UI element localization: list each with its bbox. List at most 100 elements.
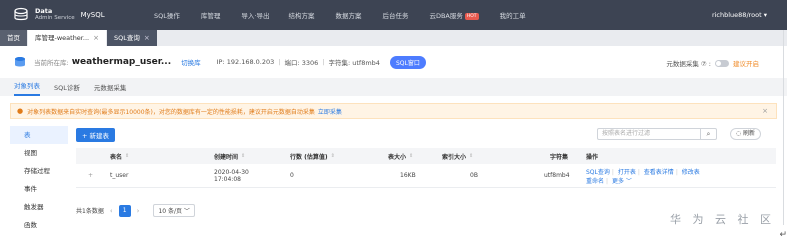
divider: |	[322, 58, 325, 66]
expand-icon[interactable]: +	[88, 164, 93, 187]
modify-table-link[interactable]: 修改表	[682, 169, 700, 176]
cell-actions: SQL查询 | 打开表 | 查看表详情 | 修改表 重命名 | 更多 ﹀	[586, 164, 700, 187]
object-type-sidebar: 表 视图 存储过程 事件 触发器 函数	[10, 126, 68, 234]
refresh-button[interactable]: ◌ 刷新	[729, 128, 761, 140]
metadata-collect: 元数据采集 ⑦ : 建议开启	[666, 58, 759, 68]
sidebar-item-events[interactable]: 事件	[10, 180, 68, 198]
filter-placeholder: 按照表名进行过滤	[602, 130, 651, 137]
cell-index-size: 0B	[470, 172, 478, 179]
sort-icon: ⇕	[125, 153, 130, 159]
db-name: weathermap_user...	[71, 57, 172, 67]
db-charset: 字符集: utf8mb4	[328, 59, 380, 67]
col-index-size-label: 索引大小	[442, 153, 467, 161]
database-icon	[15, 57, 25, 67]
sub-tabs: 对象列表 SQL诊断 元数据采集	[0, 78, 787, 96]
tab-sql-diagnosis[interactable]: SQL诊断	[54, 82, 80, 96]
nav-data-plan[interactable]: 数据方案	[335, 10, 361, 20]
app-logo[interactable]: Data Admin Service MySQL	[12, 7, 140, 23]
new-table-button[interactable]: + 新建表	[76, 128, 116, 142]
nav-schema-plan[interactable]: 结构方案	[288, 10, 314, 20]
cell-created: 2020-04-30 17:04:08	[214, 164, 249, 187]
col-rows[interactable]: 行数 (估算值) ⇕	[290, 148, 335, 164]
user-menu[interactable]: richblue88/root ▾	[712, 11, 767, 19]
tab-home[interactable]: 首页	[0, 30, 27, 46]
tab-db-management-label: 库管理-weather...	[35, 34, 90, 42]
tab-metadata-collect[interactable]: 元数据采集	[94, 82, 127, 96]
page-size-select[interactable]: 10 条/页 ﹀	[153, 204, 195, 217]
tab-sql-query-label: SQL查询	[113, 34, 140, 42]
table-filter-input[interactable]: 按照表名进行过滤 ⌕	[597, 128, 717, 140]
col-index-size[interactable]: 索引大小 ⇕	[442, 148, 473, 164]
alert-text: 对象列表数据来自实时查询(最多显示10000条)，对您的数据库有一定的性能损耗，…	[27, 108, 315, 116]
rename-link[interactable]: 重命名	[586, 178, 604, 185]
page-number[interactable]: 1	[118, 204, 131, 217]
current-db-label: 当前所在库:	[34, 59, 69, 67]
divider: |	[606, 177, 609, 185]
nav-cloud-dba[interactable]: 云DBA服务 HOT	[429, 10, 479, 20]
warning-alert: ● 对象列表数据来自实时查询(最多显示10000条)，对您的数据库有一定的性能损…	[10, 103, 777, 119]
nav-import-export[interactable]: 导入·导出	[241, 10, 269, 20]
collect-toggle[interactable]	[715, 59, 729, 67]
tab-home-label: 首页	[7, 34, 20, 42]
cell-size: 16KB	[400, 172, 416, 179]
col-name[interactable]: 表名 ⇕	[110, 148, 129, 164]
nav-my-tickets[interactable]: 我的工单	[500, 10, 526, 20]
col-actions: 操作	[586, 153, 599, 161]
logo-title: Data	[35, 7, 53, 15]
sidebar-item-views[interactable]: 视图	[10, 144, 68, 162]
cell-created-date: 2020-04-30	[214, 168, 249, 176]
next-page-icon[interactable]: ›	[137, 207, 140, 215]
tab-object-list[interactable]: 对象列表	[14, 80, 40, 96]
sql-window-button[interactable]: SQL窗口	[389, 55, 426, 69]
col-size[interactable]: 表大小 ⇕	[388, 148, 413, 164]
col-created[interactable]: 创建时间 ⇕	[214, 148, 245, 164]
pagination: 共1条数据 ‹ 1 › 10 条/页 ﹀	[76, 204, 195, 217]
product-name: MySQL	[80, 11, 105, 19]
cell-name: t_user	[110, 172, 129, 179]
sql-query-link[interactable]: SQL查询	[586, 169, 610, 176]
sidebar-item-functions[interactable]: 函数	[10, 216, 68, 234]
table-row[interactable]: + t_user 2020-04-30 17:04:08 0 16KB 0B u…	[76, 164, 776, 188]
sort-icon: ⇕	[241, 153, 246, 159]
sidebar-item-tables[interactable]: 表	[10, 126, 68, 144]
prev-page-icon[interactable]: ‹	[110, 207, 113, 215]
divider	[783, 30, 784, 225]
sidebar-item-procedures[interactable]: 存储过程	[10, 162, 68, 180]
hot-badge: HOT	[464, 13, 479, 20]
close-icon[interactable]: ×	[762, 107, 768, 115]
close-icon[interactable]: ×	[144, 30, 150, 46]
return-arrow-icon: ↵	[779, 230, 787, 240]
cell-rows: 0	[290, 172, 294, 179]
divider: |	[278, 58, 281, 66]
warning-icon: ●	[17, 107, 24, 115]
collect-now-link[interactable]: 立即采集	[318, 107, 342, 116]
sidebar-item-triggers[interactable]: 触发器	[10, 198, 68, 216]
tab-sql-query[interactable]: SQL查询 ×	[106, 30, 157, 46]
total-count: 共1条数据	[76, 208, 104, 215]
switch-db-link[interactable]: 切换库	[181, 57, 201, 67]
search-icon[interactable]: ⌕	[700, 128, 716, 140]
tab-bar: 首页 库管理-weather... × SQL查询 ×	[0, 30, 787, 46]
col-size-label: 表大小	[388, 153, 407, 161]
col-charset: 字符集	[550, 153, 569, 161]
sort-icon: ⇕	[409, 153, 414, 159]
table-header: 表名 ⇕ 创建时间 ⇕ 行数 (估算值) ⇕ 表大小 ⇕ 索引大小 ⇕ 字符集 操作	[76, 148, 776, 164]
open-table-link[interactable]: 打开表	[618, 169, 636, 176]
col-created-label: 创建时间	[214, 153, 239, 161]
col-name-label: 表名	[110, 153, 123, 161]
main-nav: SQL操作 库管理 导入·导出 结构方案 数据方案 后台任务 云DBA服务 HOT…	[140, 10, 526, 20]
close-icon[interactable]: ×	[93, 30, 99, 46]
collect-suggest-link[interactable]: 建议开启	[733, 58, 759, 68]
more-dropdown[interactable]: 更多 ﹀	[612, 178, 632, 185]
tab-db-management[interactable]: 库管理-weather... ×	[28, 30, 106, 46]
cell-created-time: 17:04:08	[214, 175, 241, 183]
nav-background-tasks[interactable]: 后台任务	[382, 10, 408, 20]
table-details-link[interactable]: 查看表详情	[644, 169, 674, 176]
sort-icon: ⇕	[330, 153, 335, 159]
divider: |	[637, 168, 640, 176]
nav-db-management[interactable]: 库管理	[201, 10, 221, 20]
divider: |	[611, 168, 614, 176]
nav-sql-operations[interactable]: SQL操作	[154, 10, 180, 20]
nav-cloud-dba-label: 云DBA服务	[429, 12, 463, 20]
db-port: 端口: 3306	[284, 59, 319, 67]
